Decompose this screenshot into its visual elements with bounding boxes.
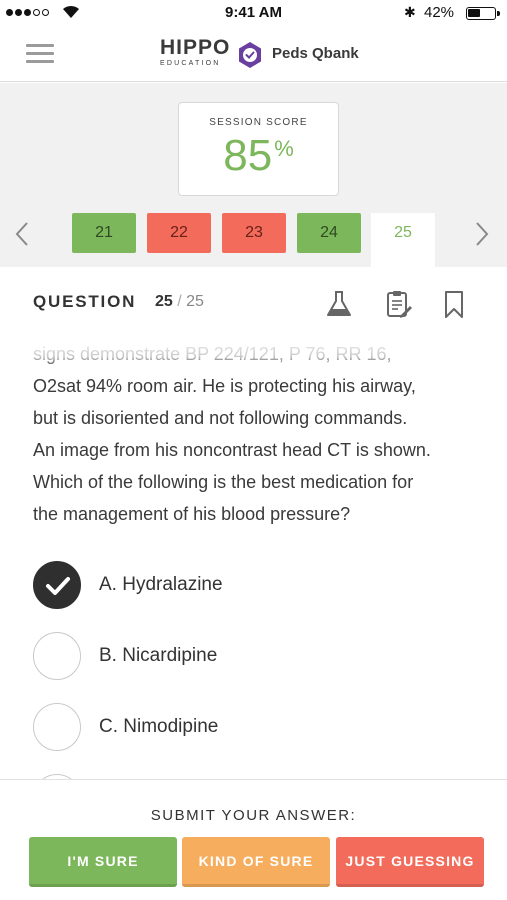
- bookmark-icon[interactable]: [440, 289, 468, 319]
- question-counter: 25 / 25: [155, 293, 204, 310]
- logo-subtext: EDUCATION: [160, 60, 221, 67]
- session-score-card: SESSION SCORE 85%: [178, 102, 339, 196]
- product-name: Peds Qbank: [272, 45, 359, 62]
- logo-text: HIPPO: [160, 36, 231, 59]
- app-logo: HIPPO EDUCATION: [160, 36, 231, 67]
- battery-icon: [466, 7, 500, 20]
- next-question-chevron-icon[interactable]: [474, 220, 490, 248]
- answer-option-b[interactable]: B. Nicardipine: [33, 632, 473, 682]
- unselected-radio[interactable]: [33, 703, 81, 751]
- status-bar: 9:41 AM ✱ 42%: [0, 0, 507, 26]
- question-text-line: but is disoriented and not following com…: [33, 408, 408, 428]
- question-text-line: O2sat 94% room air. He is protecting his…: [33, 376, 416, 396]
- session-score-value: 85%: [223, 131, 294, 180]
- answer-option-a[interactable]: A. Hydralazine: [33, 561, 473, 611]
- im-sure-button[interactable]: I'M SURE: [29, 837, 177, 887]
- answer-option-label: B. Nicardipine: [99, 645, 218, 666]
- question-tab-24[interactable]: 24: [297, 213, 361, 253]
- submit-title: SUBMIT YOUR ANSWER:: [150, 807, 357, 824]
- question-tab-25[interactable]: 25: [371, 213, 435, 267]
- menu-icon[interactable]: [26, 42, 54, 64]
- just-guessing-button[interactable]: JUST GUESSING: [336, 837, 484, 887]
- question-header: QUESTION: [33, 292, 137, 311]
- battery-percentage: 42%: [424, 4, 455, 21]
- selected-radio[interactable]: [33, 561, 81, 609]
- question-tab-21[interactable]: 21: [72, 213, 136, 253]
- checkmark-icon: [46, 577, 70, 595]
- question-text: signs demonstrate BP 224/121, P 76, RR 1…: [33, 338, 478, 530]
- question-tab-22[interactable]: 22: [147, 213, 211, 253]
- previous-question-chevron-icon[interactable]: [14, 220, 30, 248]
- session-score-label: SESSION SCORE: [209, 117, 308, 128]
- question-text-line: Which of the following is the best medic…: [33, 472, 414, 492]
- hexagon-check-icon: [239, 42, 261, 68]
- kind-of-sure-button[interactable]: KIND OF SURE: [182, 837, 330, 887]
- answer-option-label: C. Nimodipine: [99, 716, 219, 737]
- top-nav-bar: HIPPO EDUCATION Peds Qbank: [0, 26, 507, 82]
- answer-option-c[interactable]: C. Nimodipine: [33, 703, 473, 753]
- question-text-line: signs demonstrate BP 224/121, P 76, RR 1…: [33, 344, 392, 364]
- question-tab-23[interactable]: 23: [222, 213, 286, 253]
- notes-icon[interactable]: [384, 289, 412, 319]
- unselected-radio[interactable]: [33, 632, 81, 680]
- bluetooth-icon: ✱: [404, 4, 416, 20]
- question-text-line: An image from his noncontrast head CT is…: [33, 440, 431, 460]
- submit-answer-panel: SUBMIT YOUR ANSWER: I'M SURE KIND OF SUR…: [0, 779, 507, 900]
- lab-values-icon[interactable]: [325, 289, 353, 319]
- answer-option-label: A. Hydralazine: [99, 574, 223, 595]
- question-text-line: the management of his blood pressure?: [33, 504, 351, 524]
